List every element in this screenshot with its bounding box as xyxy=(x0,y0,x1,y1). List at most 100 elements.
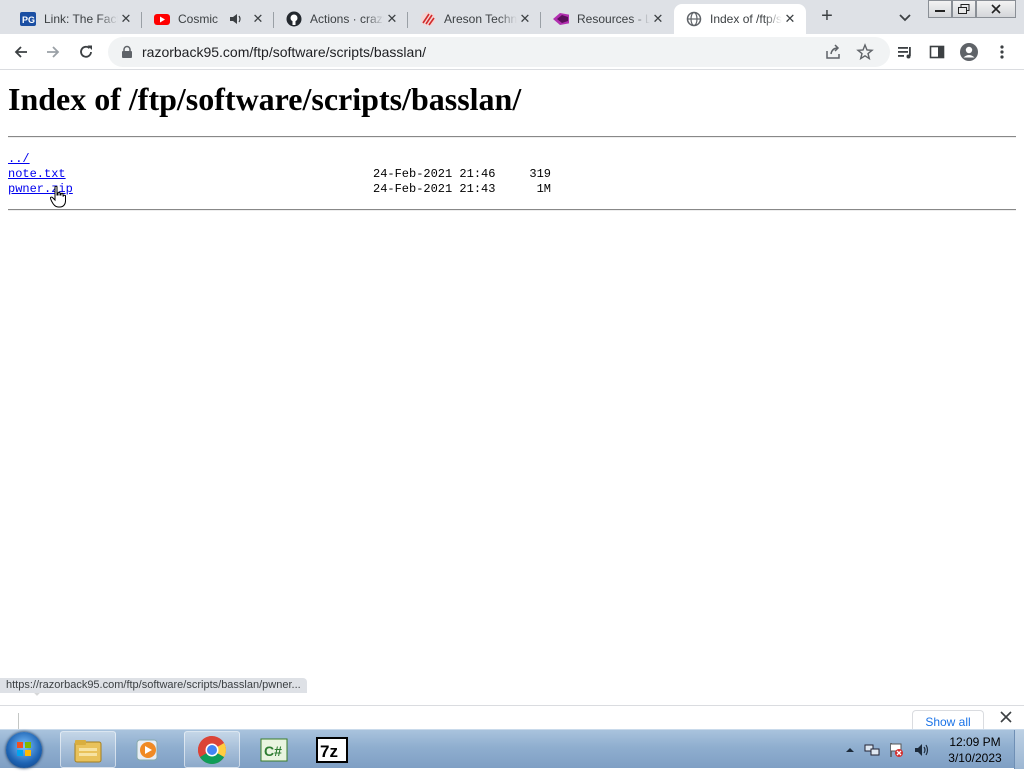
file-link[interactable]: note.txt xyxy=(8,167,66,182)
svg-text:PG: PG xyxy=(22,15,35,25)
chevron-up-icon xyxy=(846,748,854,752)
reload-icon xyxy=(80,45,92,58)
show-all-button[interactable]: Show all xyxy=(912,710,984,730)
forward-button[interactable] xyxy=(41,40,65,64)
close-icon[interactable]: ✕ xyxy=(384,11,400,27)
browser-toolbar: razorback95.com/ftp/software/scripts/bas… xyxy=(0,34,1024,70)
url-text[interactable]: razorback95.com/ftp/software/scripts/bas… xyxy=(142,44,426,60)
show-desktop-button[interactable] xyxy=(1014,730,1024,769)
tab-title: Index of /ftp/software xyxy=(710,12,782,26)
tab-link-the-factory[interactable]: PG Link: The Factory ✕ xyxy=(8,4,142,34)
close-icon[interactable]: ✕ xyxy=(517,11,533,27)
back-button[interactable] xyxy=(9,40,33,64)
windows-explorer-icon xyxy=(74,739,102,762)
arrow-left-icon xyxy=(14,46,27,58)
taskbar-csharp[interactable]: C# xyxy=(246,731,302,768)
download-item[interactable] xyxy=(18,713,19,730)
media-controls-button[interactable] xyxy=(893,40,917,64)
restore-button[interactable] xyxy=(952,0,976,18)
tab-search-button[interactable] xyxy=(896,8,914,26)
areson-icon xyxy=(420,11,436,27)
arrow-right-icon xyxy=(47,46,60,58)
tab-index-of-ftp[interactable]: Index of /ftp/software ✕ xyxy=(674,4,806,34)
chevron-down-icon xyxy=(899,14,911,22)
action-center-icon[interactable] xyxy=(888,742,904,758)
page-title: Index of /ftp/software/scripts/basslan/ xyxy=(8,81,522,117)
divider xyxy=(8,209,1016,211)
tab-resources[interactable]: Resources - L ✕ xyxy=(541,4,674,34)
svg-text:C#: C# xyxy=(264,743,282,759)
taskbar-clock[interactable]: 12:09 PM 3/10/2023 xyxy=(940,734,1010,766)
7zip-icon: 7z xyxy=(316,736,348,763)
share-icon[interactable] xyxy=(824,43,842,66)
file-date: 24-Feb-2021 21:46 xyxy=(373,167,496,181)
resources-icon xyxy=(553,11,569,27)
divider xyxy=(8,136,1016,138)
close-icon[interactable]: ✕ xyxy=(118,11,134,27)
minimize-button[interactable] xyxy=(928,0,952,18)
media-player-icon xyxy=(136,739,158,760)
close-icon xyxy=(1000,711,1012,723)
taskbar: C# 7z 12:09 PM 3/10/2023 xyxy=(0,729,1024,769)
close-icon xyxy=(991,4,1001,14)
hand-cursor-icon xyxy=(49,185,66,208)
start-button[interactable] xyxy=(6,732,42,768)
taskbar-explorer[interactable] xyxy=(60,731,116,768)
new-tab-button[interactable]: + xyxy=(814,6,840,28)
windows-logo-icon xyxy=(17,742,31,756)
list-item: pwner.zip 24-Feb-2021 21:43 1M xyxy=(8,182,568,197)
tab-title: Cosmic xyxy=(178,12,219,26)
taskbar-chrome[interactable] xyxy=(184,731,240,768)
lock-icon[interactable] xyxy=(120,45,134,59)
file-size: 319 xyxy=(529,167,551,181)
address-bar[interactable]: razorback95.com/ftp/software/scripts/bas… xyxy=(108,37,890,67)
pg-icon: PG xyxy=(20,11,36,27)
file-listing: ../ note.txt 24-Feb-2021 21:46 319 pwner… xyxy=(8,152,568,197)
menu-button[interactable] xyxy=(990,40,1014,64)
github-icon xyxy=(286,11,302,27)
globe-icon xyxy=(686,11,702,27)
tab-title: Resources - L xyxy=(577,12,650,26)
network-icon[interactable] xyxy=(864,742,880,758)
tab-strip: PG Link: The Factory ✕ Cosmic ✕ Actions … xyxy=(0,0,1024,34)
minimize-icon xyxy=(935,10,945,12)
tab-cosmic[interactable]: Cosmic ✕ xyxy=(142,4,274,34)
parent-directory-link[interactable]: ../ xyxy=(8,152,30,167)
chrome-icon xyxy=(198,735,226,764)
star-icon[interactable] xyxy=(856,43,874,66)
tab-actions[interactable]: Actions · crazy ✕ xyxy=(274,4,408,34)
status-url-bubble: https://razorback95.com/ftp/software/scr… xyxy=(0,678,307,693)
close-icon[interactable]: ✕ xyxy=(782,11,798,27)
playlist-icon xyxy=(898,47,911,59)
close-icon[interactable]: ✕ xyxy=(650,11,666,27)
kebab-menu-icon xyxy=(1000,45,1004,59)
taskbar-7zip[interactable]: 7z xyxy=(304,731,360,768)
reload-button[interactable] xyxy=(74,40,98,64)
svg-text:7z: 7z xyxy=(320,742,338,761)
speaker-icon[interactable] xyxy=(228,11,244,27)
tab-title: Actions · crazy xyxy=(310,12,384,26)
list-item: note.txt 24-Feb-2021 21:46 319 xyxy=(8,167,568,182)
volume-icon[interactable] xyxy=(914,742,930,758)
clock-date: 3/10/2023 xyxy=(948,751,1002,765)
file-date: 24-Feb-2021 21:43 xyxy=(373,182,496,196)
file-size: 1M xyxy=(536,182,551,196)
close-download-bar-button[interactable] xyxy=(996,710,1016,726)
show-hidden-icons-button[interactable] xyxy=(844,743,860,759)
page-content: Index of /ftp/software/scripts/basslan/ … xyxy=(0,71,1024,715)
tab-title: Link: The Factory xyxy=(44,12,118,26)
avatar-icon xyxy=(960,43,978,61)
csharp-icon: C# xyxy=(260,738,288,761)
tab-areson[interactable]: Areson Technology ✕ xyxy=(408,4,541,34)
tab-title: Areson Technology xyxy=(444,12,517,26)
close-window-button[interactable] xyxy=(976,0,1016,18)
close-icon[interactable]: ✕ xyxy=(250,11,266,27)
side-panel-icon xyxy=(929,45,945,59)
side-panel-button[interactable] xyxy=(925,40,949,64)
system-tray: 12:09 PM 3/10/2023 xyxy=(840,730,1024,769)
profile-button[interactable] xyxy=(957,40,981,64)
youtube-icon xyxy=(154,11,170,27)
download-bar: Show all xyxy=(0,705,1024,730)
restore-icon xyxy=(958,4,970,14)
taskbar-media-player[interactable] xyxy=(120,731,176,768)
